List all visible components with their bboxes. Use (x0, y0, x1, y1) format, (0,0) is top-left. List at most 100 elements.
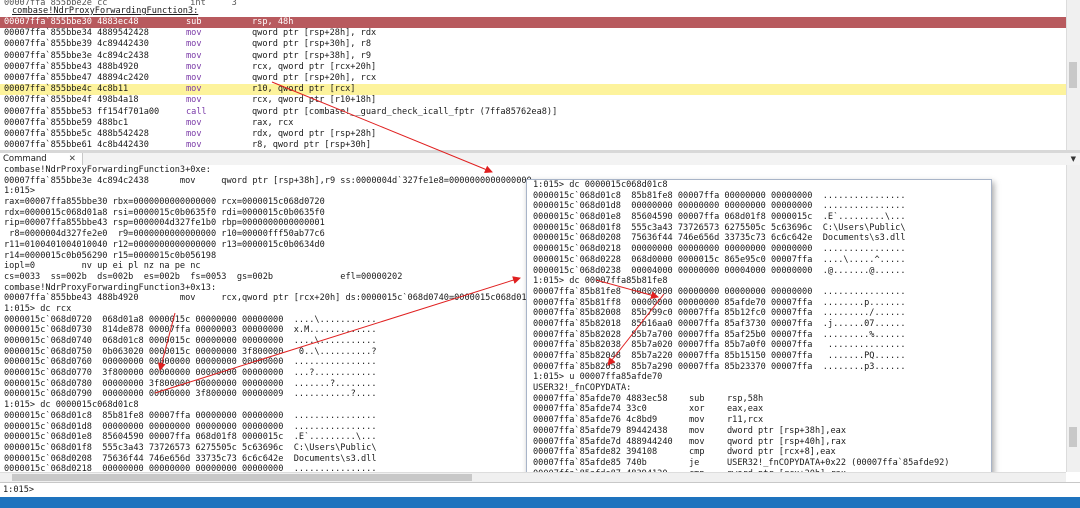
disasm-row[interactable]: 00007ffa`855bbe47 48894c2420 mov qword ptr… (0, 73, 1066, 84)
disasm-operands: rax, rcx (252, 117, 294, 128)
popup-u-mnemonic: sub (689, 393, 705, 404)
disasm-mnemonic: mov (186, 95, 202, 106)
popup-u-address: 00007ffa`85afde85 740b (533, 457, 647, 468)
tab-bar: Command ✕ ▼ (0, 153, 1080, 165)
disasm-row[interactable]: 00007ffa`855bbe53 ff154f701a00 call qword … (0, 107, 1066, 118)
disasm-mnemonic: mov (186, 84, 202, 95)
popup-line: 0000015c`068d0238 00004000 00000000 0000… (533, 265, 906, 276)
horizontal-scroll-thumb[interactable] (12, 474, 472, 481)
disasm-operands: rsp, 48h (252, 17, 294, 27)
popup-unassemble-row: 00007ffa`85afde7d 488944240 mov qword ptr … (527, 437, 991, 448)
disasm-row[interactable]: 00007ffa`855bbe4c 4c8b11 mov r10, qword pt… (0, 84, 1066, 96)
disasm-mnemonic: mov (186, 39, 202, 50)
disasm-row[interactable]: 00007ffa`855bbe5c 488b542428 mov rdx, qwor… (0, 129, 1066, 140)
popup-u-address: 00007ffa`85afde70 4883ec58 (533, 393, 668, 404)
popup-line: 00007ffa`85b82048 85b7a220 00007ffa 85b1… (533, 351, 906, 361)
disasm-address: 00007ffa`855bbe30 4883ec48 (4, 17, 139, 27)
disasm-mnemonic: mov (186, 72, 202, 83)
popup-line: 0000015c`068d01e8 85604590 00007ffa 068d… (533, 212, 906, 223)
disasm-operands: rdx, qword ptr [rsp+28h] (252, 128, 377, 139)
status-bar (0, 497, 1080, 508)
popup-u-operands: r11,rcx (727, 415, 764, 426)
popup-line: 00007ffa`85b82038 85b7a020 00007ffa 85b7… (533, 340, 906, 351)
popup-line: 00007ffa`85b82028 85b7a700 00007ffa 85af… (533, 329, 906, 340)
popup-u-mnemonic: mov (689, 425, 705, 436)
disasm-mnemonic: mov (186, 128, 202, 139)
disasm-rows: 00007ffa`855bbe30 4883ec48 sub rsp, 48h 000… (0, 17, 1066, 150)
popup-unassemble-row: 00007ffa`85afde74 33c0 xor eax,eax (527, 404, 991, 415)
command-scroll-thumb[interactable] (1069, 427, 1077, 447)
popup-line: 00007ffa`85b81fe8 00000000 00000000 0000… (533, 286, 906, 297)
popup-unassemble-row: 00007ffa`85afde82 394108 cmp dword ptr [rc… (527, 447, 991, 458)
disasm-address: 00007ffa`855bbe4c 4c8b11 (4, 84, 129, 95)
popup-line: 1:015> u 00007ffa85afde70 (533, 372, 663, 383)
disasm-address: 00007ffa`855bbe5c 488b542428 (4, 128, 149, 139)
disasm-operands: rcx, qword ptr [r10+18h] (252, 95, 377, 106)
disasm-operands: qword ptr [rsp+30h], r8 (252, 39, 371, 50)
disasm-operands: r10, qword ptr [rcx] (252, 84, 356, 95)
disasm-operands: qword ptr [rsp+38h], r9 (252, 50, 371, 61)
disassembly-pane[interactable]: 00007ffa`855bbe2e cc int 3 combase!NdrPr… (0, 0, 1066, 150)
close-icon[interactable]: ✕ (69, 154, 76, 164)
popup-u-mnemonic: cmp (689, 447, 705, 458)
disasm-row[interactable]: 00007ffa`855bbe39 4c89442430 mov qword ptr… (0, 39, 1066, 50)
disasm-row[interactable]: 00007ffa`855bbe61 4c8b442430 mov r8, qword… (0, 140, 1066, 150)
popup-u-address: 00007ffa`85afde82 394108 (533, 447, 658, 458)
horizontal-scrollbar[interactable] (0, 472, 1066, 482)
disasm-mnemonic: mov (186, 28, 202, 39)
popup-line: 0000015c`068d01d8 00000000 00000000 0000… (533, 201, 906, 212)
disasm-address: 00007ffa`855bbe39 4c89442430 (4, 39, 149, 50)
disasm-row[interactable]: 00007ffa`855bbe59 488bc1 mov rax, rcx (0, 118, 1066, 129)
popup-u-address: 00007ffa`85afde7d 488944240 (533, 436, 673, 447)
disasm-address: 00007ffa`855bbe61 4c8b442430 (4, 140, 149, 150)
disasm-operands: r8, qword ptr [rsp+30h] (252, 140, 371, 150)
popup-u-operands: USER32!_fnCOPYDATA+0x22 (00007ffa`85afde… (727, 457, 950, 468)
disasm-row[interactable]: 00007ffa`855bbe34 4889542428 mov qword ptr… (0, 28, 1066, 39)
disasm-row[interactable]: 00007ffa`855bbe30 4883ec48 sub rsp, 48h (0, 17, 1066, 29)
popup-line: 0000015c`068d01f8 555c3a43 73726573 6275… (533, 222, 906, 233)
disasm-mnemonic: mov (186, 140, 202, 150)
disasm-scroll-thumb[interactable] (1069, 62, 1077, 88)
disasm-function-label: combase!NdrProxyForwardingFunction3: (12, 6, 199, 16)
popup-line: 1:015> dc 00007ffa85b81fe8 (533, 276, 668, 287)
disasm-address: 00007ffa`855bbe47 48894c2420 (4, 72, 149, 83)
popup-unassemble-rows: 00007ffa`85afde70 4883ec58 sub rsp,58h 0000… (527, 394, 991, 474)
disasm-mnemonic: mov (186, 61, 202, 72)
disasm-operands: qword ptr [combase!__guard_check_icall_f… (252, 106, 558, 117)
command-input[interactable] (38, 484, 1068, 496)
disasm-row[interactable]: 00007ffa`855bbe3e 4c894c2438 mov qword ptr… (0, 51, 1066, 62)
disasm-row[interactable]: 00007ffa`855bbe4f 498b4a18 mov rcx, qword … (0, 95, 1066, 106)
popup-u-operands: eax,eax (727, 404, 764, 415)
disasm-scrollbar[interactable] (1066, 0, 1080, 150)
popup-unassemble-row: 00007ffa`85afde85 740b je USER32!_fnCOPYDA… (527, 458, 991, 469)
disasm-operands: qword ptr [rsp+20h], rcx (252, 72, 377, 83)
disasm-mnemonic: sub (186, 17, 202, 27)
disasm-address: 00007ffa`855bbe59 488bc1 (4, 117, 129, 128)
memory-popup: 1:015> dc 0000015c068d01c8 0000015c`068d0… (526, 179, 992, 475)
disasm-row[interactable]: 00007ffa`855bbe43 488b4920 mov rcx, qword … (0, 62, 1066, 73)
popup-line: 00007ffa`85b81ff8 00000000 00000000 85af… (533, 297, 906, 308)
popup-line: 0000015c`068d0208 75636f44 746e656d 3373… (533, 233, 906, 244)
popup-unassemble-row: 00007ffa`85afde79 89442438 mov dword ptr [… (527, 426, 991, 437)
popup-u-address: 00007ffa`85afde76 4c8bd9 (533, 415, 658, 426)
command-scrollbar[interactable] (1066, 165, 1080, 472)
tab-command-label: Command (3, 154, 47, 164)
popup-line: 0000015c`068d01c8 85b81fe8 00007ffa 0000… (533, 190, 906, 201)
disasm-address: 00007ffa`855bbe4f 498b4a18 (4, 95, 139, 106)
disasm-mnemonic: mov (186, 117, 202, 128)
popup-u-address: 00007ffa`85afde74 33c0 (533, 404, 647, 415)
popup-line: USER32!_fnCOPYDATA: (533, 383, 632, 394)
popup-u-mnemonic: mov (689, 415, 705, 426)
popup-line: 00007ffa`85b82058 85b7a290 00007ffa 85b2… (533, 361, 906, 372)
disasm-address: 00007ffa`855bbe3e 4c894c2438 (4, 50, 149, 61)
popup-u-mnemonic: mov (689, 436, 705, 447)
popup-unassemble-row: 00007ffa`85afde76 4c8bd9 mov r11,rcx (527, 415, 991, 426)
popup-dump-lines: 1:015> dc 0000015c068d01c8 0000015c`068d0… (527, 180, 991, 394)
popup-u-operands: rsp,58h (727, 393, 764, 404)
tab-command[interactable]: Command ✕ (0, 153, 83, 165)
popup-line: 0000015c`068d0228 068d0000 0000015c 865e… (533, 254, 906, 265)
chevron-down-icon[interactable]: ▼ (1071, 153, 1076, 165)
popup-u-address: 00007ffa`85afde79 89442438 (533, 425, 668, 436)
popup-unassemble-row: 00007ffa`85afde70 4883ec58 sub rsp,58h (527, 394, 991, 405)
popup-line: 1:015> dc 0000015c068d01c8 (533, 180, 668, 190)
